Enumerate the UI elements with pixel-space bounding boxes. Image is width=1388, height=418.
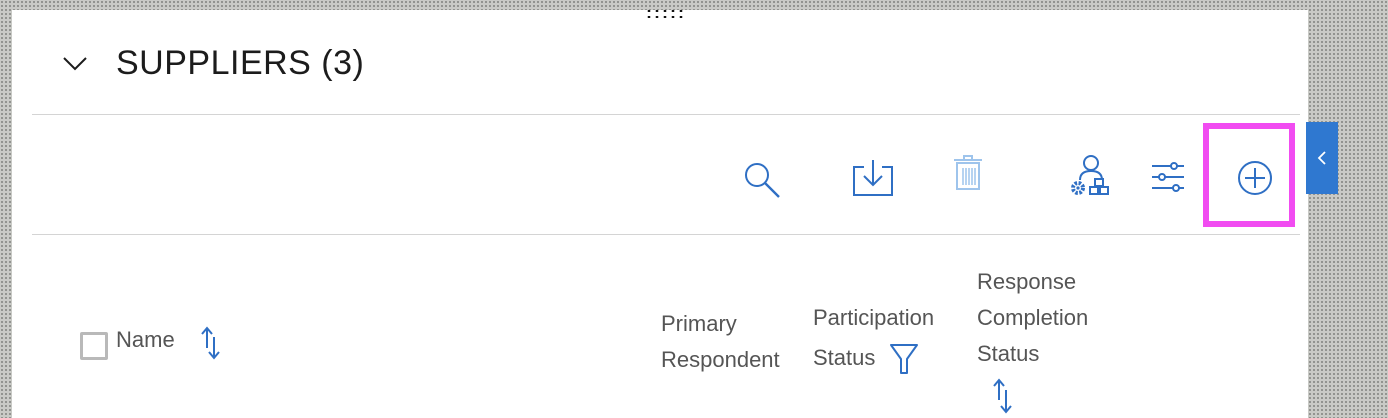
download-button[interactable]	[851, 158, 895, 198]
name-sort-icon[interactable]	[199, 326, 223, 360]
chevron-left-icon	[1317, 151, 1326, 165]
column-header-primary-respondent-line1: Primary	[661, 311, 737, 336]
column-header-primary-respondent-line2: Respondent	[661, 347, 780, 372]
column-header-response-line2: Completion	[977, 305, 1089, 330]
side-panel-toggle[interactable]	[1306, 122, 1338, 194]
trash-icon	[954, 155, 982, 190]
column-header-participation-line1: Participation	[813, 305, 935, 330]
column-header-response-line3: Status	[977, 341, 1040, 366]
search-button[interactable]	[740, 160, 784, 200]
response-completion-sort-icon[interactable]	[991, 378, 1015, 414]
collapse-chevron-icon[interactable]	[62, 54, 88, 74]
search-icon	[745, 163, 780, 198]
section-title: SUPPLIERS (3)	[116, 44, 365, 82]
settings-sliders-icon	[1152, 162, 1184, 192]
column-header-participation-line2: Status	[813, 345, 876, 370]
column-header-name[interactable]: Name	[116, 322, 175, 358]
configure-columns-button[interactable]	[1150, 160, 1186, 194]
participation-filter-icon[interactable]	[889, 342, 919, 376]
toolbar-divider	[32, 234, 1300, 235]
column-header-response-line1: Response	[977, 269, 1077, 294]
delete-button[interactable]	[952, 154, 984, 192]
add-button-highlight	[1203, 123, 1295, 227]
download-icon	[853, 160, 893, 196]
drag-handle[interactable]	[645, 8, 687, 20]
header-divider	[32, 114, 1300, 115]
assign-user-icon	[1071, 155, 1109, 195]
select-all-checkbox[interactable]	[80, 332, 108, 360]
assign-user-button[interactable]	[1066, 154, 1112, 198]
